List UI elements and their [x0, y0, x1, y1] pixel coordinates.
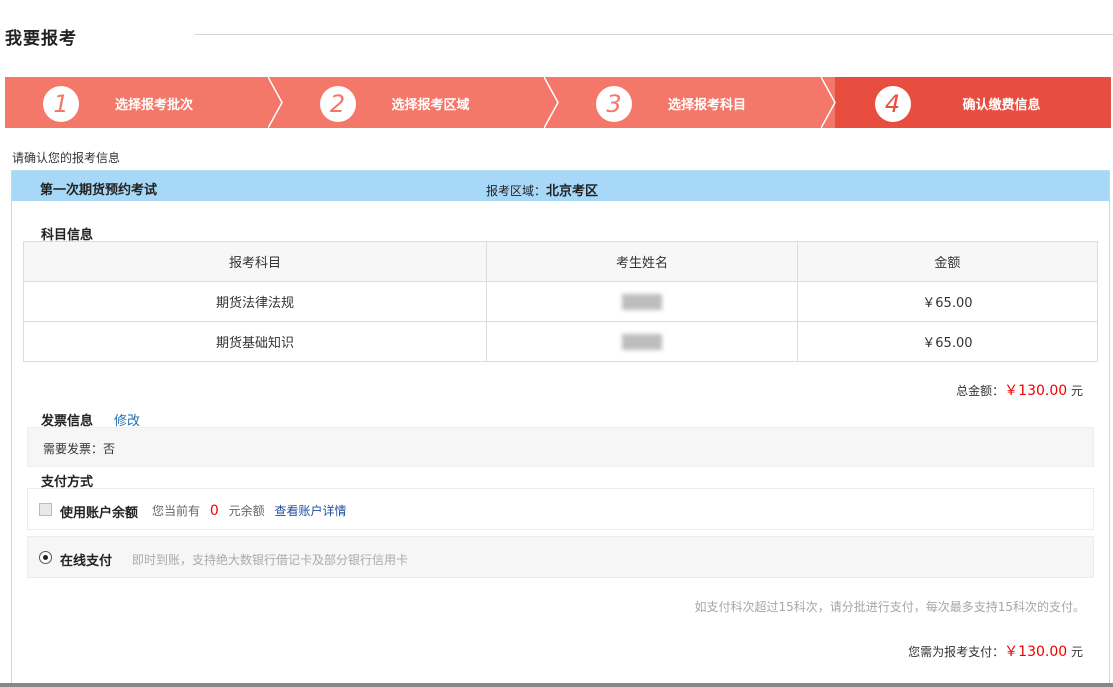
online-payment-desc: 即时到账，支持绝大数银行借记卡及部分银行信用卡: [132, 553, 409, 567]
balance-checkbox[interactable]: [39, 503, 52, 516]
exam-region-value: 北京考区: [546, 184, 599, 199]
step-label: 选择报考科目: [668, 98, 747, 113]
final-value: ￥130.00: [1004, 644, 1068, 660]
balance-label[interactable]: 使用账户余额: [60, 502, 138, 521]
step-number: 4: [874, 86, 911, 122]
exam-region: 报考区域：北京考区: [486, 180, 598, 199]
final-label: 您需为报考支付：: [908, 645, 1005, 659]
page: 我要报考 1 选择报考批次 2 选择报考区域 3 选择报考科目 4 确认缴费信息…: [0, 0, 1113, 687]
candidate-cell: [486, 281, 798, 322]
invoice-box: 需要发票：否: [27, 427, 1094, 467]
chevron-right-icon: [820, 77, 836, 128]
subjects-table: 报考科目 考生姓名 金额 期货法律法规 ￥65.00 期货基础知识 ￥65.00: [22, 241, 1099, 362]
page-title: 我要报考: [5, 29, 77, 49]
balance-payment-row[interactable]: 使用账户余额 您当前有 0 元余额 查看账户详情: [27, 488, 1094, 530]
step-label: 选择报考区域: [391, 98, 470, 113]
step-number: 1: [43, 86, 79, 122]
step-number: 2: [319, 86, 356, 122]
table-row: 期货基础知识 ￥65.00: [22, 321, 1099, 362]
exam-region-label: 报考区域：: [486, 184, 547, 198]
step-label: 选择报考批次: [115, 98, 194, 113]
chevron-right-icon: [544, 77, 559, 128]
total-amount: 总金额：￥130.00 元: [956, 380, 1083, 400]
confirm-instruction: 请确认您的报考信息: [12, 151, 121, 165]
final-unit: 元: [1067, 645, 1083, 659]
invoice-status: 需要发票：否: [43, 442, 116, 456]
col-subject: 报考科目: [22, 241, 488, 282]
subject-cell: 期货法律法规: [22, 281, 488, 322]
online-payment-radio[interactable]: [39, 551, 52, 564]
total-unit: 元: [1067, 384, 1083, 398]
exam-name: 第一次期货预约考试: [40, 183, 158, 198]
online-payment-label[interactable]: 在线支付: [60, 550, 112, 569]
step-2: 2 选择报考区域: [281, 77, 559, 128]
total-value: ￥130.00: [1004, 383, 1068, 399]
table-header-row: 报考科目 考生姓名 金额: [22, 241, 1099, 282]
balance-amount: 0: [209, 503, 219, 519]
header-divider: [195, 34, 1113, 35]
exam-header: 第一次期货预约考试 报考区域：北京考区: [12, 171, 1109, 201]
col-candidate: 考生姓名: [486, 241, 798, 282]
exam-panel: 第一次期货预约考试 报考区域：北京考区 科目信息 报考科目 考生姓名 金额 期货…: [11, 170, 1110, 687]
subject-cell: 期货基础知识: [22, 321, 488, 362]
step-label: 确认缴费信息: [962, 98, 1041, 113]
balance-desc-suffix: 元余额: [228, 504, 265, 518]
step-1: 1 选择报考批次: [5, 77, 283, 128]
total-label: 总金额：: [956, 384, 1005, 398]
balance-desc: 您当前有 0 元余额 查看账户详情: [152, 502, 346, 519]
amount-cell: ￥65.00: [796, 281, 1099, 322]
step-number: 3: [596, 86, 632, 122]
step-4-active: 4 确认缴费信息: [834, 77, 1111, 128]
payment-note: 如支付科次超过15科次，请分批进行支付，每次最多支持15科次的支付。: [694, 600, 1085, 614]
redacted-name: [621, 293, 662, 310]
final-payment-amount: 您需为报考支付：￥130.00 元: [908, 641, 1083, 661]
progress-steps: 1 选择报考批次 2 选择报考区域 3 选择报考科目 4 确认缴费信息: [5, 77, 1111, 128]
step-3: 3 选择报考科目: [558, 77, 836, 128]
chevron-right-icon: [267, 77, 283, 128]
amount-cell: ￥65.00: [796, 321, 1099, 362]
candidate-cell: [486, 321, 798, 362]
page-header: 我要报考: [0, 0, 1113, 60]
balance-desc-prefix: 您当前有: [152, 504, 201, 518]
col-amount: 金额: [796, 241, 1099, 282]
account-detail-link[interactable]: 查看账户详情: [274, 504, 346, 518]
redacted-name: [621, 333, 662, 350]
online-payment-row[interactable]: 在线支付 即时到账，支持绝大数银行借记卡及部分银行信用卡: [27, 536, 1094, 578]
bottom-scrollbar[interactable]: [0, 683, 1113, 687]
table-row: 期货法律法规 ￥65.00: [22, 281, 1099, 322]
